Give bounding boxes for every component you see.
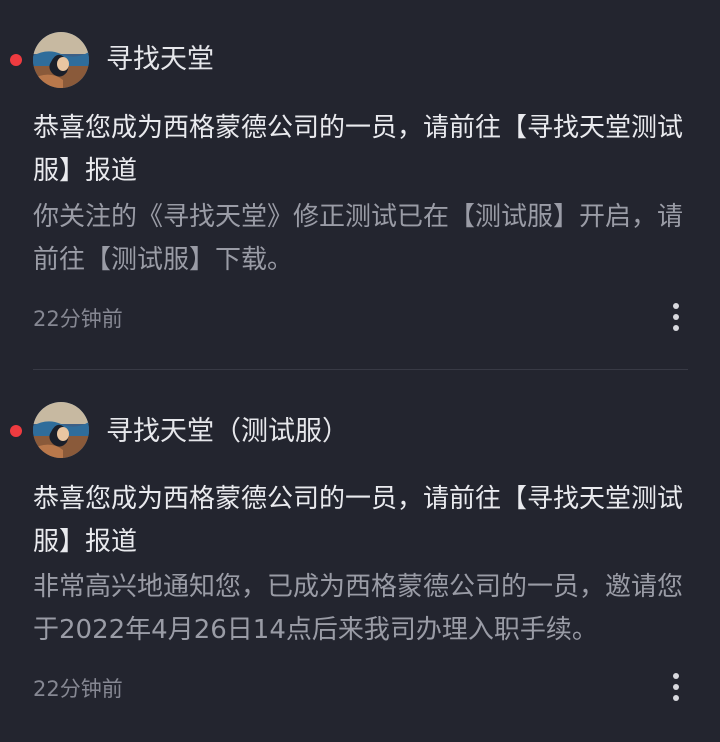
message-body: 你关注的《寻找天堂》修正测试已在【测试服】开启，请前往【测试服】下载。 bbox=[33, 202, 684, 275]
more-vertical-icon[interactable] bbox=[660, 298, 694, 338]
message-time: 22分钟前 bbox=[33, 677, 123, 701]
message-body: 非常高兴地通知您，已成为西格蒙德公司的一员，邀请您于2022年4月26日14点后… bbox=[33, 572, 684, 645]
avatar-image bbox=[33, 402, 89, 458]
sender-name: 寻找天堂（测试服） bbox=[106, 416, 349, 447]
avatar[interactable] bbox=[33, 402, 89, 458]
sender-name: 寻找天堂 bbox=[106, 44, 214, 75]
unread-dot bbox=[10, 425, 22, 437]
divider bbox=[33, 369, 688, 370]
message-title: 恭喜您成为西格蒙德公司的一员，请前往【寻找天堂测试服】报道 bbox=[33, 484, 684, 557]
more-vertical-icon[interactable] bbox=[660, 668, 694, 708]
notification-feed: 寻找天堂 恭喜您成为西格蒙德公司的一员，请前往【寻找天堂测试服】报道 你关注的《… bbox=[0, 0, 720, 742]
message-title: 恭喜您成为西格蒙德公司的一员，请前往【寻找天堂测试服】报道 bbox=[33, 113, 684, 186]
avatar-image bbox=[33, 32, 89, 88]
unread-dot bbox=[10, 54, 22, 66]
avatar[interactable] bbox=[33, 32, 89, 88]
message-time: 22分钟前 bbox=[33, 307, 123, 331]
